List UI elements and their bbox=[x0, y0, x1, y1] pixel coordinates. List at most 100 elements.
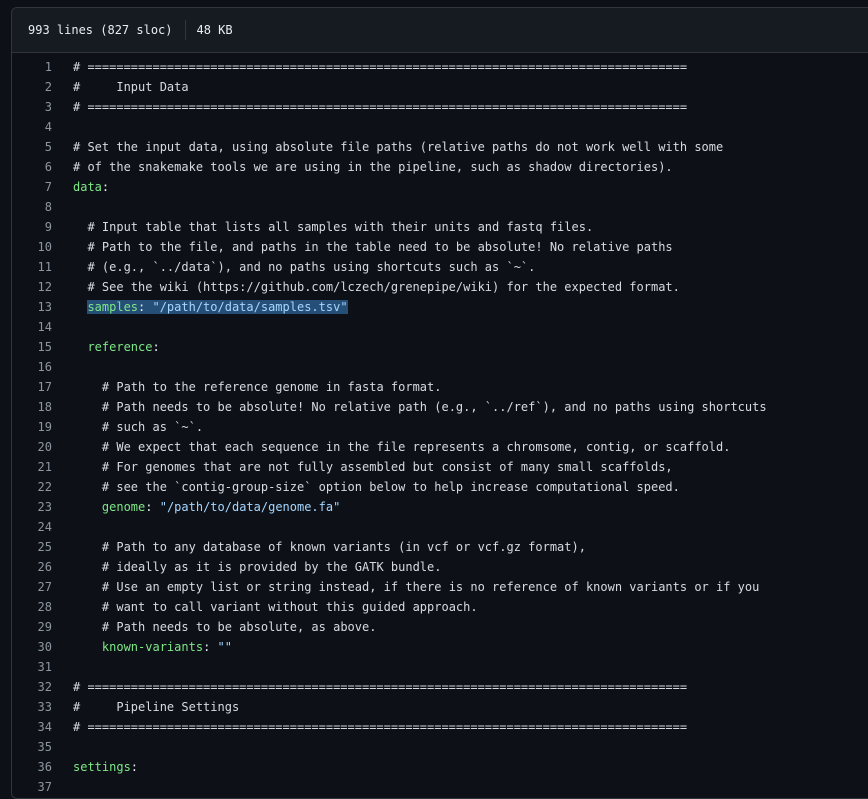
line-content: # such as `~`. bbox=[73, 417, 203, 437]
yaml-key: settings bbox=[73, 760, 131, 774]
line-content: # (e.g., `../data`), and no paths using … bbox=[73, 257, 535, 277]
line-content: data: bbox=[73, 177, 109, 197]
code-line: 19 # such as `~`. bbox=[12, 417, 868, 437]
code-listing[interactable]: 1 # =====================================… bbox=[12, 53, 868, 797]
code-line: 18 # Path needs to be absolute! No relat… bbox=[12, 397, 868, 417]
code-line: 16 bbox=[12, 357, 868, 377]
code-line: 35 bbox=[12, 737, 868, 757]
line-number[interactable]: 6 bbox=[12, 157, 73, 177]
line-number[interactable]: 11 bbox=[12, 257, 73, 277]
code-line: 23 genome: "/path/to/data/genome.fa" bbox=[12, 497, 868, 517]
code-comment: # Path to the file, and paths in the tab… bbox=[87, 240, 673, 254]
line-number[interactable]: 10 bbox=[12, 237, 73, 257]
yaml-value: "" bbox=[217, 640, 232, 654]
yaml-key: data bbox=[73, 180, 102, 194]
code-line: 4 bbox=[12, 117, 868, 137]
line-number[interactable]: 21 bbox=[12, 457, 73, 477]
code-comment: # ======================================… bbox=[73, 720, 688, 734]
line-content: # ======================================… bbox=[73, 57, 687, 77]
code-comment: # ======================================… bbox=[73, 680, 688, 694]
code-comment: # Path needs to be absolute! No relative… bbox=[101, 400, 767, 414]
line-number[interactable]: 19 bbox=[12, 417, 73, 437]
yaml-value: "/path/to/data/samples.tsv" bbox=[152, 300, 348, 314]
line-content: # Path to the reference genome in fasta … bbox=[73, 377, 442, 397]
code-comment: # Path to the reference genome in fasta … bbox=[101, 380, 442, 394]
yaml-key: known-variants bbox=[101, 640, 204, 654]
code-line: 24 bbox=[12, 517, 868, 537]
line-number[interactable]: 17 bbox=[12, 377, 73, 397]
line-number[interactable]: 37 bbox=[12, 777, 73, 797]
yaml-entry: genome: "/path/to/data/genome.fa" bbox=[102, 500, 340, 514]
line-number[interactable]: 9 bbox=[12, 217, 73, 237]
code-line: 15 reference: bbox=[12, 337, 868, 357]
line-number[interactable]: 28 bbox=[12, 597, 73, 617]
code-comment: # Use an empty list or string instead, i… bbox=[101, 580, 760, 594]
line-number[interactable]: 29 bbox=[12, 617, 73, 637]
yaml-colon: : bbox=[152, 340, 160, 354]
line-number[interactable]: 14 bbox=[12, 317, 73, 337]
line-number[interactable]: 26 bbox=[12, 557, 73, 577]
code-line: 32 # ====================================… bbox=[12, 677, 868, 697]
line-content: reference: bbox=[73, 337, 160, 357]
line-number[interactable]: 27 bbox=[12, 577, 73, 597]
line-number[interactable]: 4 bbox=[12, 117, 73, 137]
line-number[interactable]: 23 bbox=[12, 497, 73, 517]
line-number[interactable]: 33 bbox=[12, 697, 73, 717]
code-comment: # Path to any database of known variants… bbox=[101, 540, 586, 554]
code-line: 17 # Path to the reference genome in fas… bbox=[12, 377, 868, 397]
line-number[interactable]: 34 bbox=[12, 717, 73, 737]
line-content: # Path needs to be absolute! No relative… bbox=[73, 397, 767, 417]
line-number[interactable]: 20 bbox=[12, 437, 73, 457]
file-info-bar: 993 lines (827 sloc) 48 KB bbox=[12, 8, 868, 53]
yaml-entry: known-variants: "" bbox=[102, 640, 232, 654]
line-number[interactable]: 1 bbox=[12, 57, 73, 77]
line-number[interactable]: 5 bbox=[12, 137, 73, 157]
code-comment: # (e.g., `../data`), and no paths using … bbox=[87, 260, 536, 274]
line-number[interactable]: 22 bbox=[12, 477, 73, 497]
line-number[interactable]: 36 bbox=[12, 757, 73, 777]
line-number[interactable]: 7 bbox=[12, 177, 73, 197]
line-number[interactable]: 12 bbox=[12, 277, 73, 297]
line-number[interactable]: 2 bbox=[12, 77, 73, 97]
line-number[interactable]: 31 bbox=[12, 657, 73, 677]
line-number[interactable]: 32 bbox=[12, 677, 73, 697]
yaml-value: "/path/to/data/genome.fa" bbox=[159, 500, 341, 514]
line-number[interactable]: 24 bbox=[12, 517, 73, 537]
code-comment: # ======================================… bbox=[73, 60, 688, 74]
line-content: # Input Data bbox=[73, 77, 189, 97]
line-number[interactable]: 30 bbox=[12, 637, 73, 657]
line-content: settings: bbox=[73, 757, 138, 777]
line-content: # ======================================… bbox=[73, 717, 687, 737]
line-content: # Path to any database of known variants… bbox=[73, 537, 586, 557]
line-number[interactable]: 25 bbox=[12, 537, 73, 557]
code-comment: # of the snakemake tools we are using in… bbox=[73, 160, 673, 174]
line-number[interactable]: 18 bbox=[12, 397, 73, 417]
line-number[interactable]: 15 bbox=[12, 337, 73, 357]
line-number[interactable]: 16 bbox=[12, 357, 73, 377]
line-number[interactable]: 13 bbox=[12, 297, 73, 317]
line-content: # Set the input data, using absolute fil… bbox=[73, 137, 723, 157]
code-comment: # We expect that each sequence in the fi… bbox=[101, 440, 731, 454]
code-comment: # Pipeline Settings bbox=[73, 700, 240, 714]
line-content: # Path to the file, and paths in the tab… bbox=[73, 237, 673, 257]
code-comment: # ideally as it is provided by the GATK … bbox=[101, 560, 442, 574]
code-line: 9 # Input table that lists all samples w… bbox=[12, 217, 868, 237]
line-number[interactable]: 3 bbox=[12, 97, 73, 117]
line-number[interactable]: 35 bbox=[12, 737, 73, 757]
code-comment: # such as `~`. bbox=[101, 420, 204, 434]
line-content: genome: "/path/to/data/genome.fa" bbox=[73, 497, 340, 517]
line-number[interactable]: 8 bbox=[12, 197, 73, 217]
code-comment: # For genomes that are not fully assembl… bbox=[101, 460, 673, 474]
